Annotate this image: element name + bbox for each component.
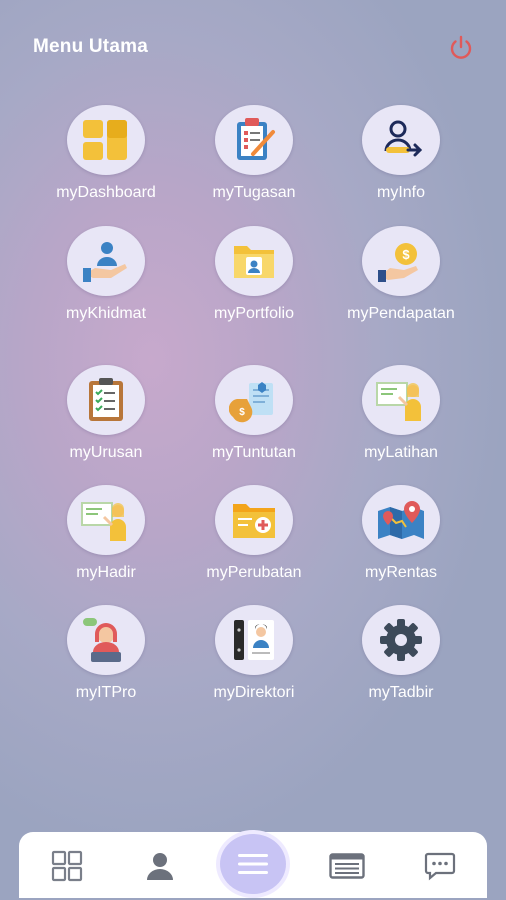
menu-item-label: myUrusan	[69, 444, 143, 461]
menu-item-label: myTugasan	[212, 184, 296, 201]
bottom-nav	[19, 832, 487, 898]
menu-item-myurusan[interactable]: myUrusan	[32, 365, 180, 462]
page-title: Menu Utama	[33, 36, 148, 57]
menu-item-label: myTadbir	[368, 684, 434, 701]
menu-item-mytugasan[interactable]: myTugasan	[180, 105, 328, 202]
service-hand-icon	[67, 226, 145, 296]
svg-text:$: $	[402, 247, 410, 262]
menu-item-myrentas[interactable]: myRentas	[327, 485, 475, 582]
menu-item-myhadir[interactable]: myHadir	[32, 485, 180, 582]
portfolio-folder-icon	[215, 226, 293, 296]
menu-item-label: myTuntutan	[212, 444, 296, 461]
training-presenter-icon	[362, 365, 440, 435]
medical-folder-icon	[215, 485, 293, 555]
profile-icon[interactable]	[140, 846, 180, 886]
menu-icon[interactable]	[220, 834, 286, 894]
menu-item-label: myInfo	[376, 184, 425, 201]
checklist-icon	[67, 365, 145, 435]
menu-item-label: myRentas	[364, 564, 438, 581]
chat-icon[interactable]	[420, 846, 460, 886]
menu-item-label: myDashboard	[56, 184, 156, 201]
menu-item-label: myKhidmat	[65, 305, 147, 322]
menu-item-label: myPendapatan	[347, 305, 455, 322]
task-clipboard-icon	[215, 105, 293, 175]
menu-item-label: myPortfolio	[213, 305, 295, 322]
menu-item-mytadbir[interactable]: myTadbir	[327, 605, 475, 702]
map-pin-icon	[362, 485, 440, 555]
menu-item-mykhidmat[interactable]: myKhidmat	[32, 226, 180, 323]
menu-item-myitpro[interactable]: myITPro	[32, 605, 180, 702]
menu-item-label: myDirektori	[213, 684, 295, 701]
user-info-icon	[362, 105, 440, 175]
menu-item-myinfo[interactable]: myInfo	[327, 105, 475, 202]
income-coin-icon: $	[362, 226, 440, 296]
menu-item-label: myLatihan	[364, 444, 438, 461]
svg-text:$: $	[239, 407, 245, 418]
directory-id-icon	[215, 605, 293, 675]
it-support-icon	[67, 605, 145, 675]
menu-item-mypendapatan[interactable]: $ myPendapatan	[327, 226, 475, 323]
menu-item-mytuntutan[interactable]: $ myTuntutan	[180, 365, 328, 462]
menu-item-mylatihan[interactable]: myLatihan	[327, 365, 475, 462]
menu-item-label: myHadir	[76, 564, 136, 581]
menu-item-mydashboard[interactable]: myDashboard	[32, 105, 180, 202]
attendance-presenter-icon	[67, 485, 145, 555]
claim-moneybag-icon: $	[215, 365, 293, 435]
power-icon[interactable]	[446, 33, 476, 63]
list-card-icon[interactable]	[327, 846, 367, 886]
menu-item-myportfolio[interactable]: myPortfolio	[180, 226, 328, 323]
gear-icon	[362, 605, 440, 675]
menu-item-label: myPerubatan	[206, 564, 302, 581]
menu-item-myperubatan[interactable]: myPerubatan	[180, 485, 328, 582]
grid-icon[interactable]	[47, 846, 87, 886]
menu-item-label: myITPro	[75, 684, 137, 701]
menu-item-mydirektori[interactable]: myDirektori	[180, 605, 328, 702]
header-bar: Menu Utama	[0, 0, 506, 90]
dashboard-icon	[67, 105, 145, 175]
